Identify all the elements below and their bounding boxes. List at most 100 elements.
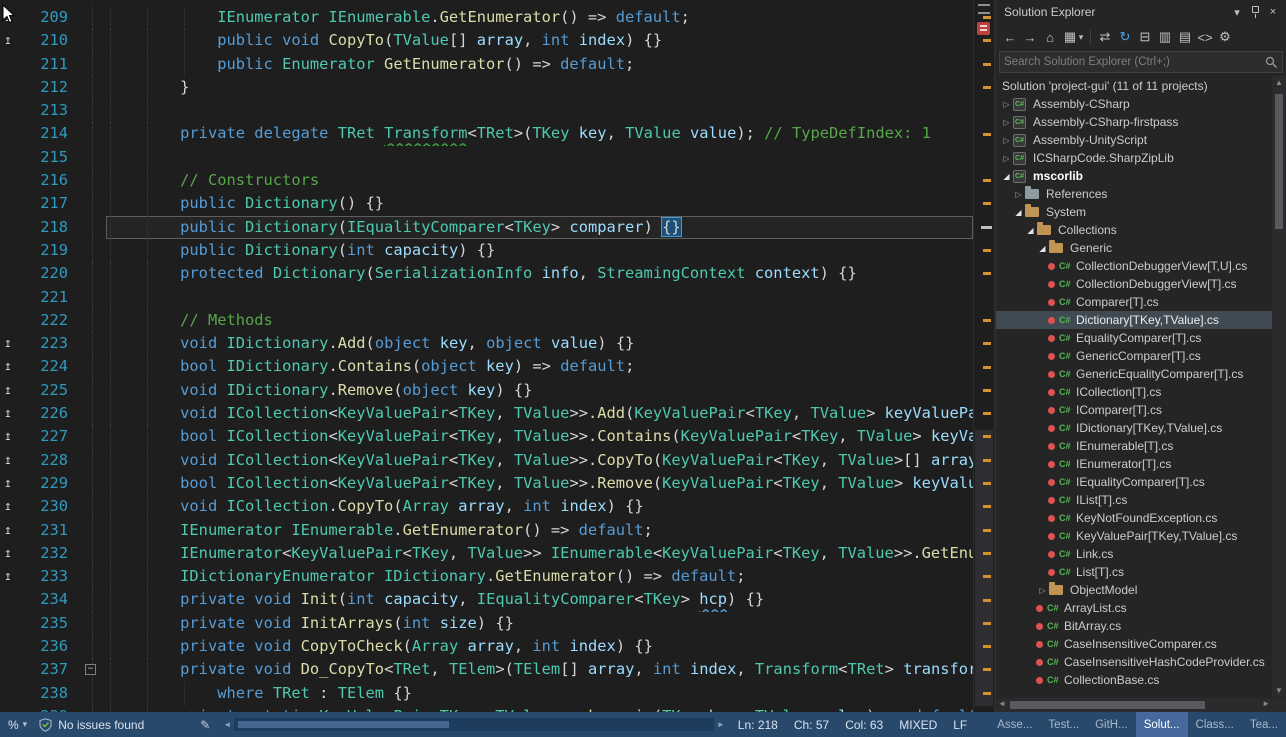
implements-icon[interactable]: ↥: [4, 379, 12, 402]
fold-margin[interactable]: [80, 76, 106, 99]
line-number[interactable]: 215: [36, 146, 80, 169]
refresh-icon[interactable]: ↻: [1115, 27, 1135, 47]
fold-margin[interactable]: [80, 682, 106, 705]
fold-collapse-toggle[interactable]: −: [85, 664, 96, 675]
editor-code-area[interactable]: ↥209 IEnumerator IEnumerable.GetEnumerat…: [0, 6, 973, 712]
line-number[interactable]: 210: [36, 29, 80, 52]
glyph-margin[interactable]: [0, 612, 36, 635]
line-number[interactable]: 217: [36, 192, 80, 215]
code-line[interactable]: protected Dictionary(SerializationInfo i…: [106, 262, 973, 285]
tool-window-tab[interactable]: Test...: [1040, 712, 1087, 737]
code-line[interactable]: public Enumerator GetEnumerator() => def…: [106, 53, 973, 76]
collapsed-arrow-icon[interactable]: ▷: [1036, 586, 1049, 595]
glyph-margin[interactable]: [0, 76, 36, 99]
scroll-left-icon[interactable]: ◄: [998, 699, 1006, 708]
glyph-margin[interactable]: ↥: [0, 519, 36, 542]
editor-line[interactable]: 217 public Dictionary() {}: [0, 192, 973, 215]
line-number[interactable]: 223: [36, 332, 80, 355]
glyph-margin[interactable]: [0, 192, 36, 215]
fold-margin[interactable]: [80, 169, 106, 192]
implements-icon[interactable]: ↥: [4, 495, 12, 518]
tool-window-tab[interactable]: Solut...: [1136, 712, 1188, 737]
code-line[interactable]: public Dictionary(IEqualityComparer<TKey…: [106, 216, 973, 239]
code-line[interactable]: public void CopyTo(TValue[] array, int i…: [106, 29, 973, 52]
line-number[interactable]: 225: [36, 379, 80, 402]
window-position-icon[interactable]: ▾: [1228, 3, 1246, 21]
code-line[interactable]: private void CopyToCheck(Array array, in…: [106, 635, 973, 658]
collapsed-arrow-icon[interactable]: ▷: [1000, 118, 1013, 127]
fold-margin[interactable]: [80, 379, 106, 402]
code-line[interactable]: // Methods: [106, 309, 973, 332]
glyph-margin[interactable]: ↥: [0, 425, 36, 448]
editor-line[interactable]: 238 where TRet : TElem {}: [0, 682, 973, 705]
line-number[interactable]: 234: [36, 588, 80, 611]
editor-line[interactable]: 221: [0, 286, 973, 309]
code-line[interactable]: private void Do_CopyTo<TRet, TElem>(TEle…: [106, 658, 973, 681]
code-line[interactable]: void ICollection<KeyValuePair<TKey, TVal…: [106, 449, 973, 472]
line-number[interactable]: 231: [36, 519, 80, 542]
tool-window-tab[interactable]: Tea...: [1242, 712, 1286, 737]
implements-icon[interactable]: ↥: [4, 332, 12, 355]
tree-item[interactable]: C#IList[T].cs: [996, 491, 1272, 509]
tree-item[interactable]: C#IEqualityComparer[T].cs: [996, 473, 1272, 491]
line-number[interactable]: 238: [36, 682, 80, 705]
line-number[interactable]: 218: [36, 216, 80, 239]
tree-item[interactable]: C#KeyNotFoundException.cs: [996, 509, 1272, 527]
tree-item[interactable]: C#BitArray.cs: [996, 617, 1272, 635]
fold-margin[interactable]: [80, 612, 106, 635]
code-line[interactable]: }: [106, 76, 973, 99]
tree-item[interactable]: ◢C#mscorlib: [996, 167, 1272, 185]
close-icon[interactable]: ×: [1264, 3, 1282, 21]
tree-item[interactable]: ▷C#ICSharpCode.SharpZipLib: [996, 149, 1272, 167]
fold-margin[interactable]: [80, 122, 106, 145]
glyph-margin[interactable]: [0, 122, 36, 145]
line-number[interactable]: 228: [36, 449, 80, 472]
fold-margin[interactable]: [80, 99, 106, 122]
glyph-margin[interactable]: [0, 239, 36, 262]
code-line[interactable]: public Dictionary(int capacity) {}: [106, 239, 973, 262]
scroll-right-icon[interactable]: ►: [1262, 699, 1270, 708]
glyph-margin[interactable]: [0, 635, 36, 658]
tree-item[interactable]: ◢Collections: [996, 221, 1272, 239]
tree-horizontal-scrollbar[interactable]: ◄ ►: [996, 698, 1286, 712]
editor-line[interactable]: 236 private void CopyToCheck(Array array…: [0, 635, 973, 658]
expanded-arrow-icon[interactable]: ◢: [1024, 226, 1037, 235]
tree-item[interactable]: C#Comparer[T].cs: [996, 293, 1272, 311]
code-line[interactable]: void ICollection<KeyValuePair<TKey, TVal…: [106, 402, 973, 425]
implements-icon[interactable]: ↥: [4, 449, 12, 472]
collapsed-arrow-icon[interactable]: ▷: [1012, 190, 1025, 199]
line-number[interactable]: 221: [36, 286, 80, 309]
glyph-margin[interactable]: ↥: [0, 472, 36, 495]
editor-vertical-scrollbar[interactable]: [973, 0, 994, 712]
fold-margin[interactable]: [80, 472, 106, 495]
code-line[interactable]: void IDictionary.Remove(object key) {}: [106, 379, 973, 402]
glyph-margin[interactable]: [0, 682, 36, 705]
collapse-all-icon[interactable]: ⊟: [1135, 27, 1155, 47]
editor-line[interactable]: 216 // Constructors: [0, 169, 973, 192]
line-number[interactable]: 233: [36, 565, 80, 588]
tree-item[interactable]: C#GenericComparer[T].cs: [996, 347, 1272, 365]
code-line[interactable]: public Dictionary() {}: [106, 192, 973, 215]
glyph-margin[interactable]: ↥: [0, 29, 36, 52]
code-line[interactable]: bool IDictionary.Contains(object key) =>…: [106, 355, 973, 378]
hscrollbar-thumb[interactable]: [238, 721, 449, 728]
editor-line[interactable]: 215: [0, 146, 973, 169]
tool-window-tab[interactable]: Class...: [1188, 712, 1242, 737]
glyph-margin[interactable]: [0, 705, 36, 712]
glyph-margin[interactable]: ↥: [0, 542, 36, 565]
fold-margin[interactable]: [80, 519, 106, 542]
search-input[interactable]: [1004, 56, 1265, 68]
line-number[interactable]: 222: [36, 309, 80, 332]
code-line[interactable]: IDictionaryEnumerator IDictionary.GetEnu…: [106, 565, 973, 588]
glyph-margin[interactable]: ↥: [0, 565, 36, 588]
line-number[interactable]: 239: [36, 705, 80, 712]
collapsed-arrow-icon[interactable]: ▷: [1000, 100, 1013, 109]
implements-icon[interactable]: ↥: [4, 565, 12, 588]
editor-line[interactable]: ↥ 225 void IDictionary.Remove(object key)…: [0, 379, 973, 402]
fold-margin[interactable]: [80, 355, 106, 378]
expanded-arrow-icon[interactable]: ◢: [1036, 244, 1049, 253]
tree-item[interactable]: ▷References: [996, 185, 1272, 203]
line-number[interactable]: 237: [36, 658, 80, 681]
editor-line[interactable]: ↥223 void IDictionary.Add(object key, ob…: [0, 332, 973, 355]
code-line[interactable]: bool ICollection<KeyValuePair<TKey, TVal…: [106, 425, 973, 448]
